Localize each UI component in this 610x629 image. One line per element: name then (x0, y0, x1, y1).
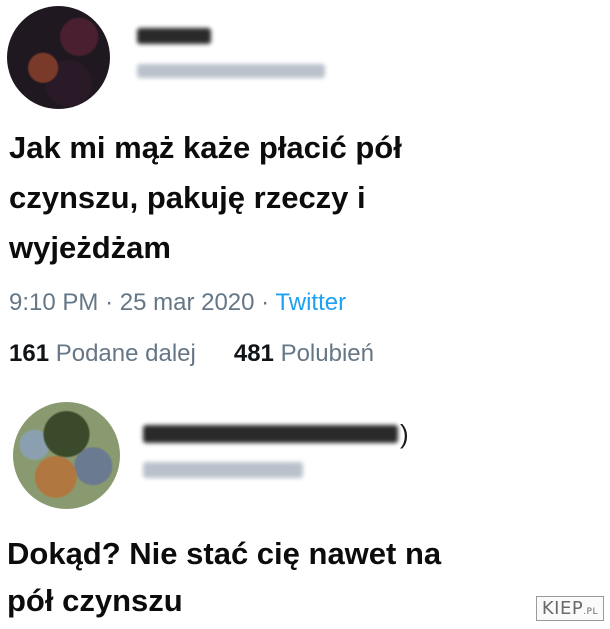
likes-stat[interactable]: 481 Polubień (234, 340, 374, 367)
reply-name-suffix: ) (400, 419, 409, 449)
likes-label: Polubień (280, 340, 374, 367)
reply-text: Dokąd? Nie stać cię nawet na pół czynszu (7, 530, 607, 624)
site-watermark: KIEP.PL (535, 596, 604, 621)
tweet-text-line: czynszu, pakuję rzeczy i (9, 180, 366, 215)
watermark-suffix: .PL (583, 607, 598, 617)
tweet-text: Jak mi mąż każe płacić pół czynszu, paku… (9, 123, 599, 273)
tweet-source-link[interactable]: Twitter (275, 289, 346, 316)
retweets-stat[interactable]: 161 Podane dalej (9, 340, 196, 367)
retweets-label: Podane dalej (55, 340, 196, 367)
author-name-blurred[interactable] (137, 28, 211, 44)
author-avatar[interactable] (7, 6, 110, 109)
tweet-date[interactable]: 25 mar 2020 (120, 289, 255, 316)
tweet-stats: 161 Podane dalej 481 Polubień (9, 340, 374, 368)
meta-separator: · (261, 289, 270, 316)
tweet-time[interactable]: 9:10 PM (9, 289, 98, 316)
likes-count: 481 (233, 340, 274, 367)
tweet-text-line: wyjeżdżam (9, 230, 171, 265)
tweet-meta: 9:10 PM · 25 mar 2020 · Twitter (9, 289, 346, 317)
reply-text-line: pół czynszu (7, 583, 183, 618)
author-handle-blurred[interactable] (137, 64, 325, 78)
tweet-text-line: Jak mi mąż każe płacić pół (9, 130, 402, 165)
reply-text-line: Dokąd? Nie stać cię nawet na (7, 536, 442, 571)
reply-author-handle-blurred[interactable] (143, 462, 303, 478)
meta-separator: · (105, 289, 114, 316)
reply-author-avatar[interactable] (13, 402, 120, 509)
reply-author-name-blurred[interactable] (143, 425, 398, 443)
watermark-main: KIEP (541, 598, 584, 619)
retweets-count: 161 (9, 340, 50, 367)
